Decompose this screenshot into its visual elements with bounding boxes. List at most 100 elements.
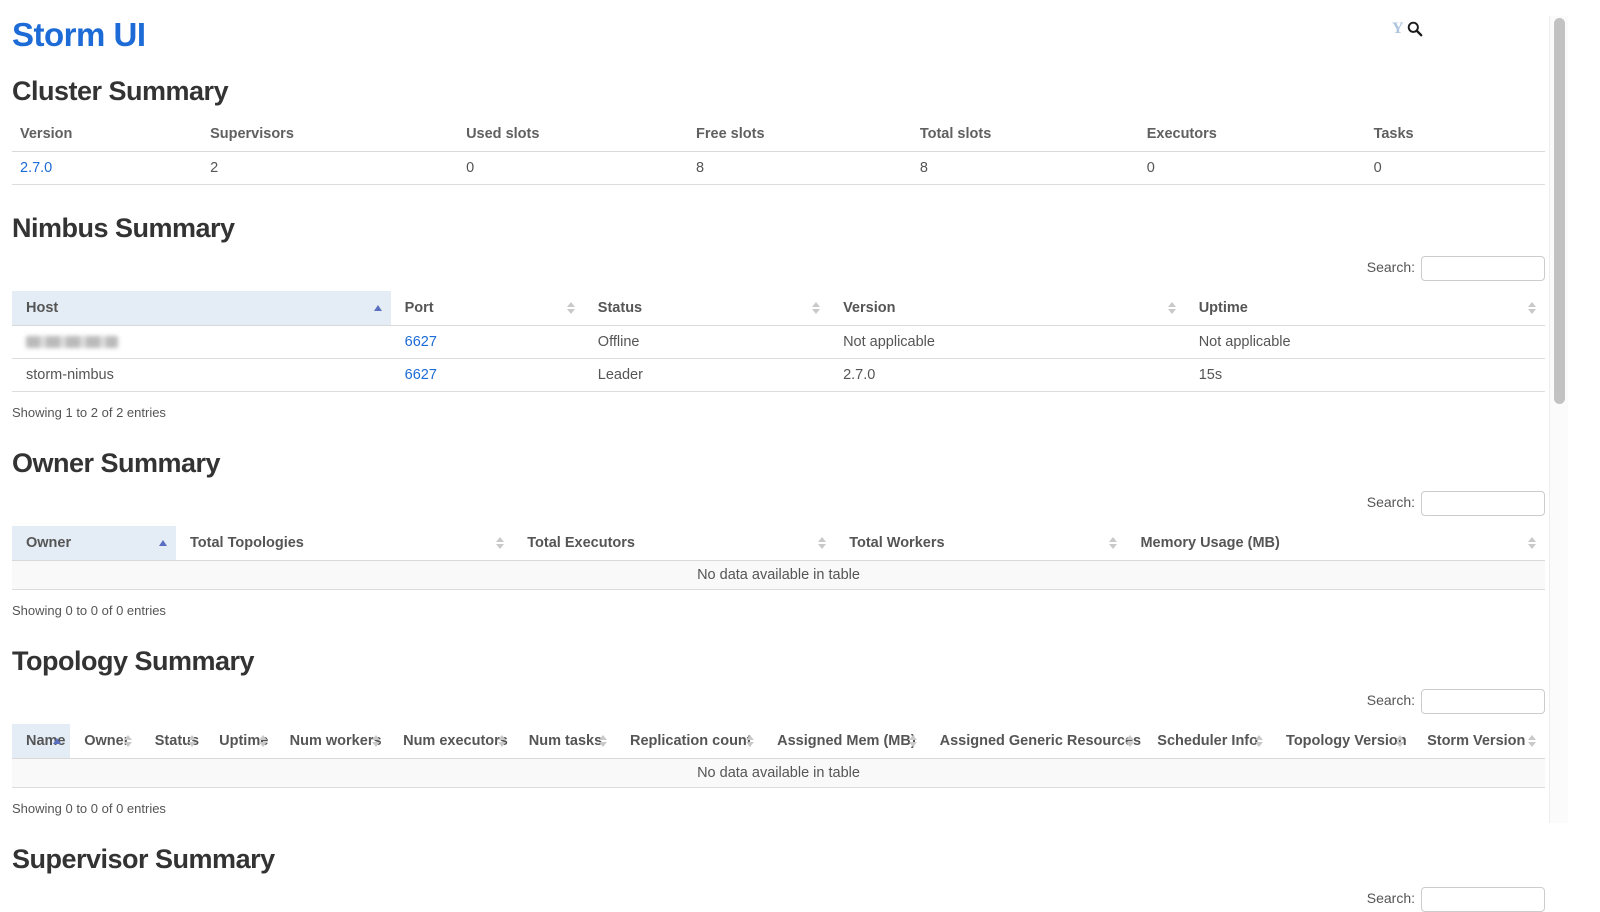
table-header-row: VersionSupervisorsUsed slotsFree slotsTo… (12, 117, 1545, 152)
column-header-total-workers[interactable]: Total Workers (835, 526, 1126, 561)
sort-icon (259, 735, 267, 747)
topology-search: Search: (12, 689, 1545, 714)
column-label: Assigned Generic Resources (940, 733, 1141, 749)
sort-icon (818, 537, 826, 549)
owner-summary-heading: Owner Summary (12, 448, 1588, 479)
column-label: Owner (26, 535, 71, 551)
column-header-owner[interactable]: Owner (12, 526, 176, 561)
column-label: Version (20, 126, 72, 142)
sort-icon (496, 537, 504, 549)
topology-search-input[interactable] (1421, 689, 1545, 714)
scrollbar (1549, 16, 1568, 823)
column-header-free-slots: Free slots (688, 117, 912, 152)
empty-table-row: No data available in table (12, 759, 1545, 788)
cell-link-port[interactable]: 6627 (405, 334, 437, 350)
column-header-storm-version[interactable]: Storm Version (1413, 724, 1545, 759)
page-title[interactable]: Storm UI (12, 16, 1588, 54)
column-header-scheduler-info[interactable]: Scheduler Info (1143, 724, 1272, 759)
column-header-port[interactable]: Port (391, 291, 584, 326)
sort-icon (599, 735, 607, 747)
table-cell-port: 6627 (391, 326, 584, 359)
column-header-used-slots: Used slots (458, 117, 688, 152)
nimbus-summary-heading: Nimbus Summary (12, 213, 1588, 244)
column-label: Total Workers (849, 535, 944, 551)
scrollbar-thumb[interactable] (1554, 18, 1565, 404)
table-cell-supervisors: 2 (202, 152, 458, 185)
table-cell-status: Leader (584, 359, 829, 392)
column-label: Host (26, 300, 58, 316)
column-header-owner[interactable]: Owner (70, 724, 141, 759)
redacted-host-value (26, 336, 118, 348)
column-header-topology-version[interactable]: Topology Version (1272, 724, 1413, 759)
column-header-status[interactable]: Status (141, 724, 205, 759)
sort-icon (746, 735, 754, 747)
column-label: Replication count (630, 733, 752, 749)
table-row: 6627OfflineNot applicableNot applicable (12, 326, 1545, 359)
column-header-num-workers[interactable]: Num workers (276, 724, 389, 759)
topology-entries-info: Showing 0 to 0 of 0 entries (12, 801, 1588, 816)
owner-search-input[interactable] (1421, 491, 1545, 516)
column-header-total-slots: Total slots (912, 117, 1139, 152)
topology-summary-table: NameOwnerStatusUptimeNum workers Num exec… (12, 724, 1545, 788)
column-header-uptime[interactable]: Uptime (205, 724, 276, 759)
table-cell-executors: 0 (1139, 152, 1366, 185)
table-cell-uptime: 15s (1185, 359, 1545, 392)
nimbus-search-label: Search: (1367, 259, 1415, 275)
table-cell-total-slots: 8 (912, 152, 1139, 185)
cell-link-port[interactable]: 6627 (405, 367, 437, 383)
table-cell-status: Offline (584, 326, 829, 359)
table-cell-used-slots: 0 (458, 152, 688, 185)
column-label: Topology Version (1286, 733, 1407, 749)
table-cell-host (12, 326, 391, 359)
sort-icon (1255, 735, 1263, 747)
column-header-executors: Executors (1139, 117, 1366, 152)
column-label: Version (843, 300, 895, 316)
column-header-replication-count[interactable]: Replication count (616, 724, 763, 759)
sort-icon (1168, 302, 1176, 314)
column-header-memory-usage-mb[interactable]: Memory Usage (MB) (1126, 526, 1545, 561)
table-cell-version: Not applicable (829, 326, 1185, 359)
supervisor-summary-heading: Supervisor Summary (12, 844, 1588, 875)
column-header-name[interactable]: Name (12, 724, 70, 759)
column-header-assigned-generic-resources[interactable]: Assigned Generic Resources (926, 724, 1144, 759)
table-cell-tasks: 0 (1366, 152, 1545, 185)
table-cell-version: 2.7.0 (12, 152, 202, 185)
search-icon[interactable] (1407, 21, 1423, 37)
column-label: Executors (1147, 126, 1217, 142)
column-label: Uptime (1199, 300, 1248, 316)
owner-summary-table: Owner Total TopologiesTotal Executors Tota… (12, 526, 1545, 590)
column-header-version[interactable]: Version (829, 291, 1185, 326)
cell-link-version[interactable]: 2.7.0 (20, 160, 52, 176)
column-label: Storm Version (1427, 733, 1525, 749)
column-header-version: Version (12, 117, 202, 152)
filter-y-icon[interactable]: Y (1392, 21, 1404, 37)
column-header-total-topologies[interactable]: Total Topologies (176, 526, 513, 561)
sort-icon (909, 735, 917, 747)
sort-icon (1396, 735, 1404, 747)
owner-entries-info: Showing 0 to 0 of 0 entries (12, 603, 1588, 618)
column-label: Status (598, 300, 642, 316)
column-header-total-executors[interactable]: Total Executors (513, 526, 835, 561)
supervisor-search-input[interactable] (1421, 887, 1545, 912)
sort-icon (1109, 537, 1117, 549)
sort-icon (124, 735, 132, 747)
column-label: Num executors (403, 733, 508, 749)
column-header-host[interactable]: Host (12, 291, 391, 326)
column-label: Tasks (1374, 126, 1414, 142)
column-label: Memory Usage (MB) (1140, 535, 1279, 551)
nimbus-search-input[interactable] (1421, 256, 1545, 281)
sort-icon (567, 302, 575, 314)
topology-summary-heading: Topology Summary (12, 646, 1588, 677)
column-header-uptime[interactable]: Uptime (1185, 291, 1545, 326)
column-header-num-executors[interactable]: Num executors (389, 724, 515, 759)
sort-ascending-icon (159, 540, 167, 546)
sort-icon (1126, 735, 1134, 747)
table-row: storm-nimbus6627Leader2.7.015s (12, 359, 1545, 392)
column-header-status[interactable]: Status (584, 291, 829, 326)
sort-ascending-icon (374, 305, 382, 311)
sort-icon (372, 735, 380, 747)
column-header-assigned-mem-mb[interactable]: Assigned Mem (MB) (763, 724, 925, 759)
column-header-num-tasks[interactable]: Num tasks (515, 724, 616, 759)
sort-icon (1528, 302, 1536, 314)
sort-icon (188, 735, 196, 747)
